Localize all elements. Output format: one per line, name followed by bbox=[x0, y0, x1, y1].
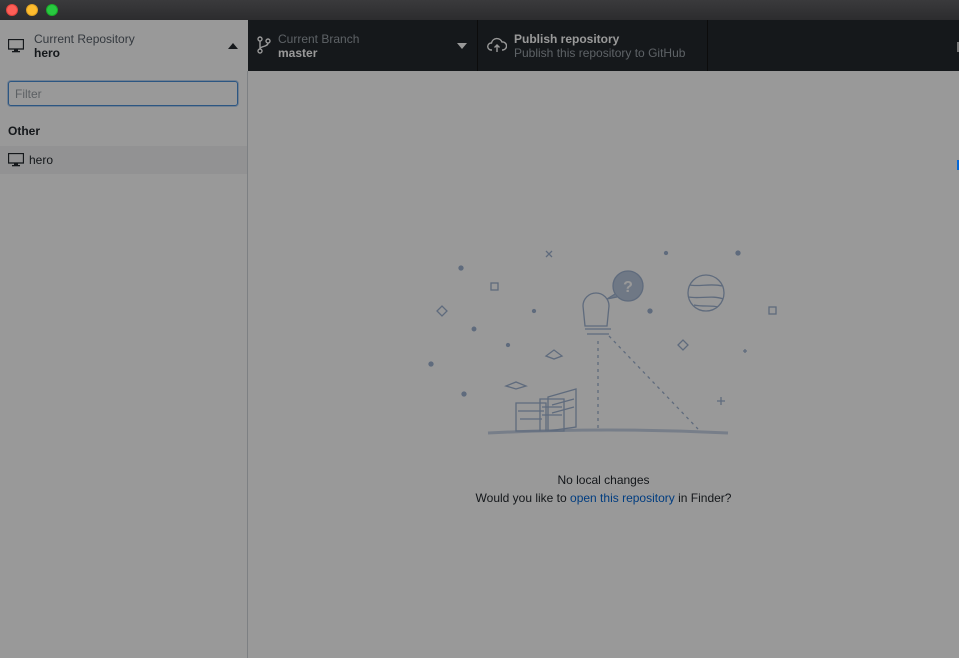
no-changes-view: ? No local changes Would you like to ope… bbox=[248, 71, 959, 658]
no-changes-message: No local changes Would you like to open … bbox=[248, 471, 959, 507]
desktop-icon bbox=[8, 153, 24, 167]
repository-group-label: Other bbox=[8, 124, 41, 138]
current-branch-button[interactable]: Current Branch master bbox=[248, 20, 478, 71]
open-repository-link[interactable]: open this repository bbox=[570, 491, 675, 505]
publish-repository-button[interactable]: Publish repository Publish this reposito… bbox=[478, 20, 708, 71]
repository-filter-input[interactable] bbox=[8, 81, 238, 106]
blankslate-illustration: ? bbox=[428, 250, 777, 435]
cloud-upload-icon bbox=[487, 37, 507, 52]
open-in-finder-prompt: Would you like to open this repository i… bbox=[248, 489, 959, 507]
window-close-button[interactable] bbox=[6, 4, 18, 16]
publish-repository-subtitle: Publish this repository to GitHub bbox=[514, 46, 686, 60]
window-minimize-button[interactable] bbox=[26, 4, 38, 16]
window-zoom-button[interactable] bbox=[46, 4, 58, 16]
current-repository-label: Current Repository bbox=[34, 32, 135, 46]
repository-list-item[interactable]: hero bbox=[0, 146, 247, 174]
open-in-finder-prefix: Would you like to bbox=[475, 491, 571, 505]
no-changes-title: No local changes bbox=[557, 473, 650, 487]
window-title-bar bbox=[0, 0, 959, 20]
repository-name: hero bbox=[29, 153, 54, 167]
publish-repository-title: Publish repository bbox=[514, 32, 620, 46]
app-toolbar: Current Branch master Publish repository… bbox=[248, 20, 959, 71]
repository-list-panel: Current Repository hero Other hero bbox=[0, 20, 248, 658]
git-branch-icon bbox=[257, 36, 271, 54]
current-repository-name: hero bbox=[34, 46, 61, 60]
open-in-finder-suffix: in Finder? bbox=[674, 491, 732, 505]
chevron-up-icon bbox=[228, 43, 238, 49]
current-repository-dropdown[interactable]: Current Repository hero bbox=[0, 20, 248, 71]
desktop-icon bbox=[8, 39, 24, 53]
svg-text:?: ? bbox=[623, 279, 633, 296]
chevron-down-icon bbox=[457, 43, 467, 49]
current-branch-name: master bbox=[278, 46, 318, 60]
current-branch-label: Current Branch bbox=[278, 32, 360, 46]
